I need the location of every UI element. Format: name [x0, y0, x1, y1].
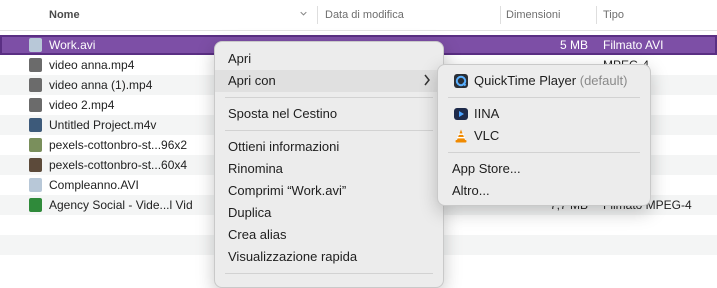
file-name: video anna (1).mp4 — [49, 78, 153, 92]
quicktime-icon — [454, 74, 468, 88]
menu-item-compress[interactable]: Comprimi “Work.avi” — [215, 180, 443, 202]
menu-item-label: Visualizzazione rapida — [228, 249, 358, 264]
other-label: Altro... — [452, 183, 490, 198]
file-name: pexels-cottonbro-st...96x2 — [49, 138, 188, 152]
menu-item-open[interactable]: Apri — [215, 48, 443, 70]
chevron-right-icon — [424, 74, 430, 86]
avi-file-icon — [29, 38, 42, 52]
menu-separator — [448, 152, 640, 153]
menu-item-label: Ottieni informazioni — [228, 139, 340, 154]
column-separator — [500, 6, 501, 24]
menu-item-open-with[interactable]: Apri con — [215, 70, 443, 92]
file-name: video anna.mp4 — [49, 58, 135, 72]
menu-item-label: Rinomina — [228, 161, 283, 176]
menu-item-label: Sposta nel Cestino — [228, 106, 338, 121]
column-kind[interactable]: Tipo — [603, 9, 624, 21]
menu-item-move-to-trash[interactable]: Sposta nel Cestino — [215, 103, 443, 125]
file-size: 5 MB — [559, 38, 588, 52]
menu-item-duplicate[interactable]: Duplica — [215, 202, 443, 224]
file-name: video 2.mp4 — [49, 98, 115, 112]
app-label: VLC — [474, 128, 500, 143]
sort-chevron-icon[interactable] — [300, 10, 307, 17]
column-separator — [596, 6, 597, 24]
iina-icon — [454, 108, 468, 120]
menu-separator — [225, 273, 433, 274]
submenu-item-other[interactable]: Altro... — [438, 180, 650, 202]
video-file-icon — [29, 98, 42, 112]
file-kind: Filmato AVI — [603, 38, 664, 52]
app-store-label: App Store... — [452, 161, 521, 176]
column-separator — [317, 6, 318, 24]
vlc-cone-icon — [455, 129, 467, 143]
video-file-icon — [29, 58, 42, 72]
file-name: Agency Social - Vide...l Vid — [49, 198, 193, 212]
file-name: Compleanno.AVI — [49, 178, 139, 192]
menu-item-get-info[interactable]: Ottieni informazioni — [215, 136, 443, 158]
menu-separator — [225, 130, 433, 131]
submenu-item-quicktime[interactable]: QuickTime Player (default) — [438, 70, 650, 92]
column-header: Nome Data di modifica Dimensioni Tipo — [0, 0, 717, 31]
menu-item-label: Comprimi “Work.avi” — [228, 183, 347, 198]
default-app-label: QuickTime Player — [474, 73, 577, 88]
column-size[interactable]: Dimensioni — [506, 9, 560, 21]
submenu-item-iina[interactable]: IINA — [438, 103, 650, 125]
file-name: Untitled Project.m4v — [49, 118, 157, 132]
default-suffix: (default) — [579, 73, 628, 88]
file-name: Work.avi — [49, 38, 96, 52]
open-with-submenu: QuickTime Player (default) IINA VLC App … — [437, 64, 651, 206]
menu-separator — [448, 97, 640, 98]
app-label: IINA — [474, 106, 500, 121]
menu-item-label: Apri — [228, 51, 252, 66]
menu-item-label: Apri con — [228, 73, 276, 88]
file-name: pexels-cottonbro-st...60x4 — [49, 158, 188, 172]
submenu-item-app-store[interactable]: App Store... — [438, 158, 650, 180]
menu-item-make-alias[interactable]: Crea alias — [215, 224, 443, 246]
menu-item-label: Duplica — [228, 205, 272, 220]
menu-item-quick-look[interactable]: Visualizzazione rapida — [215, 246, 443, 268]
context-menu: Apri Apri con Sposta nel Cestino Ottieni… — [214, 41, 444, 288]
menu-separator — [225, 97, 433, 98]
submenu-item-vlc[interactable]: VLC — [438, 125, 650, 147]
menu-item-label: Crea alias — [228, 227, 287, 242]
column-name[interactable]: Nome — [49, 9, 80, 21]
menu-item-rename[interactable]: Rinomina — [215, 158, 443, 180]
video-thumbnail-icon — [29, 138, 42, 152]
column-date[interactable]: Data di modifica — [325, 9, 404, 21]
m4v-file-icon — [29, 118, 42, 132]
avi-file-icon — [29, 178, 42, 192]
video-thumbnail-icon — [29, 158, 42, 172]
video-thumbnail-icon — [29, 198, 42, 212]
video-file-icon — [29, 78, 42, 92]
